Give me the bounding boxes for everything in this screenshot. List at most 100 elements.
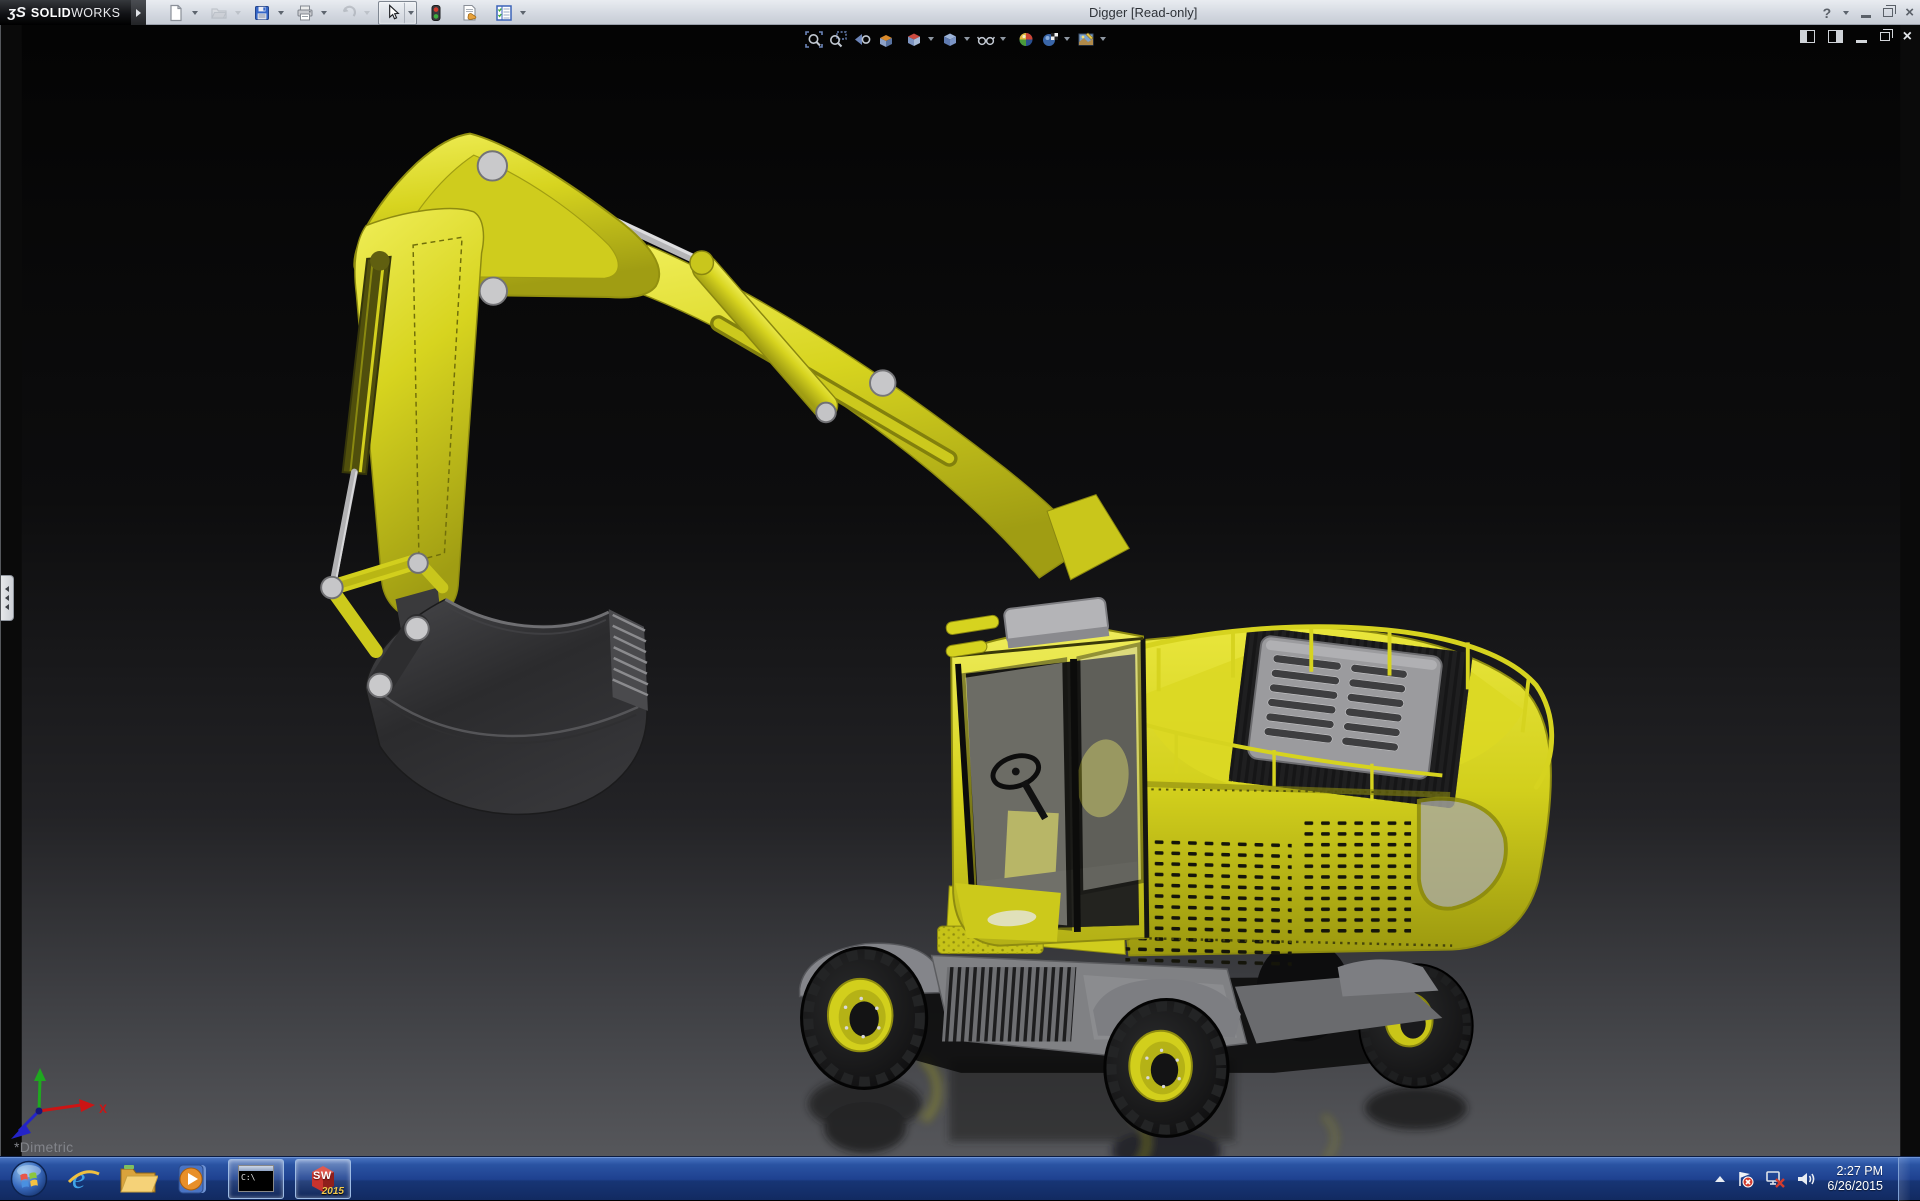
collapse-arrow-icon <box>5 604 9 610</box>
file-explorer-button[interactable] <box>110 1157 166 1200</box>
hide-show-items-icon <box>976 30 996 49</box>
start-button[interactable] <box>0 1157 58 1200</box>
logo-text-works: WORKS <box>71 6 120 20</box>
view-orientation-label: *Dimetric <box>14 1139 73 1155</box>
solidworks-version-badge: 2015 <box>322 1186 344 1197</box>
clock-date: 6/26/2015 <box>1827 1179 1883 1194</box>
apply-scene-dropdown[interactable] <box>1062 28 1072 50</box>
windows-start-orb-icon <box>10 1160 48 1198</box>
print-dropdown[interactable] <box>318 2 329 24</box>
view-settings-dropdown[interactable] <box>1098 28 1108 50</box>
save-dropdown[interactable] <box>275 2 286 24</box>
display-style-button[interactable] <box>938 28 962 50</box>
feature-panel-collapsed-tab[interactable] <box>1 575 14 621</box>
heads-up-view-toolbar <box>802 27 1110 51</box>
app-window-controls: ? × <box>1823 0 1914 25</box>
document-window-controls: × <box>1800 30 1912 43</box>
taskbar-clock[interactable]: 2:27 PM 6/26/2015 <box>1827 1164 1887 1194</box>
media-player-icon <box>173 1161 209 1197</box>
solidworks-2015-button[interactable]: SW 2015 <box>295 1159 351 1199</box>
display-style-dropdown[interactable] <box>962 28 972 50</box>
save-floppy-icon <box>253 4 271 22</box>
file-properties-icon <box>461 4 479 22</box>
solidworks-icon-letters: SW <box>313 1170 332 1182</box>
expand-arrow-icon <box>136 9 141 17</box>
solidworks-logo: ʒS SOLIDWORKS <box>0 0 131 25</box>
section-view-button[interactable] <box>874 28 898 50</box>
collapse-arrow-icon <box>5 595 9 601</box>
options-list-icon <box>495 4 513 22</box>
document-minimize-button[interactable] <box>1856 40 1867 43</box>
model-canvas[interactable] <box>1 25 1920 1156</box>
side-vent-panel-right <box>1301 818 1411 933</box>
save-button[interactable] <box>249 2 275 24</box>
new-dropdown[interactable] <box>189 2 200 24</box>
file-properties-button[interactable] <box>457 2 483 24</box>
front-left-wheel <box>802 948 927 1089</box>
view-orientation-button[interactable] <box>902 28 926 50</box>
zoom-to-area-button[interactable] <box>826 28 850 50</box>
section-view-icon <box>876 30 896 49</box>
front-right-wheel <box>1105 999 1228 1136</box>
rebuild-traffic-light-icon <box>428 4 444 22</box>
view-settings-button[interactable] <box>1074 28 1098 50</box>
media-player-button[interactable] <box>166 1157 216 1200</box>
rebuild-button[interactable] <box>423 2 449 24</box>
minimize-button[interactable] <box>1861 15 1871 18</box>
help-dropdown[interactable] <box>1843 11 1849 15</box>
clock-time: 2:27 PM <box>1827 1164 1883 1179</box>
select-dropdown[interactable] <box>405 2 416 24</box>
undo-button[interactable] <box>335 2 361 24</box>
internet-explorer-icon: e <box>66 1161 102 1197</box>
options-button[interactable] <box>491 2 517 24</box>
menu-expand-tab[interactable] <box>131 0 146 25</box>
document-close-button[interactable]: × <box>1903 30 1912 43</box>
options-dropdown[interactable] <box>517 2 528 24</box>
select-cursor-icon <box>384 4 401 21</box>
graphics-viewport[interactable]: × X *Dimetric <box>0 25 1920 1156</box>
command-prompt-button[interactable]: C:\ <box>228 1159 284 1199</box>
edit-appearance-icon <box>1016 30 1036 49</box>
zoom-to-fit-button[interactable] <box>802 28 826 50</box>
network-error-icon[interactable] <box>1765 1170 1785 1188</box>
action-center-alert-icon[interactable] <box>1736 1170 1754 1188</box>
view-orientation-dropdown[interactable] <box>926 28 936 50</box>
pane-right-toggle[interactable] <box>1828 30 1843 43</box>
edit-appearance-button[interactable] <box>1014 28 1038 50</box>
open-dropdown[interactable] <box>232 2 243 24</box>
select-tool-group <box>378 1 417 25</box>
volume-icon[interactable] <box>1796 1170 1816 1188</box>
document-restore-button[interactable] <box>1880 32 1890 41</box>
zoom-to-area-icon <box>828 30 848 49</box>
apply-scene-icon <box>1040 30 1060 49</box>
open-folder-icon <box>210 4 228 22</box>
system-tray: 2:27 PM 6/26/2015 <box>1715 1157 1920 1200</box>
pane-left-toggle[interactable] <box>1800 30 1815 43</box>
apply-scene-button[interactable] <box>1038 28 1062 50</box>
previous-view-button[interactable] <box>850 28 874 50</box>
operator-cab <box>945 597 1147 945</box>
close-button[interactable]: × <box>1905 6 1914 20</box>
side-vent-panel-left <box>1125 834 1291 968</box>
title-bar: ʒS SOLIDWORKS <box>0 0 1920 25</box>
print-icon <box>296 4 314 22</box>
print-button[interactable] <box>292 2 318 24</box>
internet-explorer-button[interactable]: e <box>58 1157 110 1200</box>
main-toolbar <box>163 1 534 24</box>
boom-pivot-pin <box>870 370 895 395</box>
open-button[interactable] <box>206 2 232 24</box>
undo-arrow-icon <box>339 4 357 22</box>
restore-button[interactable] <box>1883 8 1893 17</box>
show-desktop-button[interactable] <box>1898 1157 1910 1201</box>
help-button[interactable]: ? <box>1823 5 1832 21</box>
hidden-icons-button[interactable] <box>1715 1176 1725 1182</box>
logo-text-solid: SOLID <box>31 6 71 20</box>
hide-show-items-dropdown[interactable] <box>998 28 1008 50</box>
triad-x-label: X <box>99 1102 107 1116</box>
select-button[interactable] <box>379 2 405 24</box>
undo-dropdown[interactable] <box>361 2 372 24</box>
zoom-to-fit-icon <box>804 30 824 49</box>
windows-taskbar: e C:\ <box>0 1156 1920 1200</box>
new-button[interactable] <box>163 2 189 24</box>
hide-show-items-button[interactable] <box>974 28 998 50</box>
